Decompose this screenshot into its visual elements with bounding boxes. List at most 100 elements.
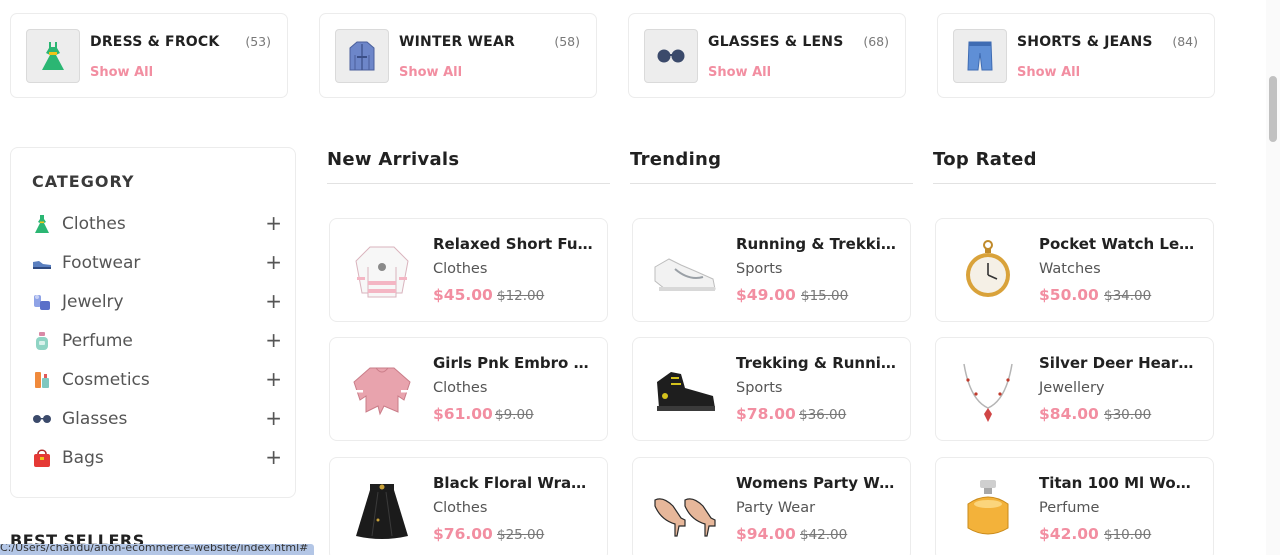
skirt-icon xyxy=(348,476,416,544)
category-card-count: (68) xyxy=(863,34,889,49)
category-card-count: (58) xyxy=(554,34,580,49)
sidebar-item-label: Bags xyxy=(62,448,104,468)
product-old-price: $42.00 xyxy=(800,527,848,543)
product-card[interactable]: Titan 100 Ml Womens Perfume Perfume $42.… xyxy=(935,457,1214,555)
scrollbar-thumb[interactable] xyxy=(1269,76,1277,142)
category-card-shorts-jeans[interactable]: SHORTS & JEANS (84) Show All xyxy=(937,13,1215,98)
sidebar-item-clothes[interactable]: Clothes + xyxy=(32,211,282,238)
expand-icon[interactable]: + xyxy=(265,289,282,313)
crop-top-icon xyxy=(348,356,416,424)
heels-icon xyxy=(651,476,719,544)
product-old-price: $12.00 xyxy=(497,288,545,304)
category-card-winter-wear[interactable]: WINTER WEAR (58) Show All xyxy=(319,13,597,98)
divider xyxy=(327,183,610,184)
sidebar-item-label: Clothes xyxy=(62,214,126,234)
product-card[interactable]: Girls Pnk Embro Design Top Clothes $61.0… xyxy=(329,337,608,441)
status-bar-text: C:/Users/chandu/anon-ecommerce-website/i… xyxy=(0,544,309,554)
top-rated-title: Top Rated xyxy=(933,149,1037,170)
product-old-price: $15.00 xyxy=(801,288,849,304)
category-card-title: GLASSES & LENS xyxy=(708,34,844,50)
product-price: $94.00 xyxy=(736,525,796,543)
category-card-title: DRESS & FROCK xyxy=(90,34,220,50)
product-name[interactable]: Titan 100 Ml Womens Perfume xyxy=(1039,474,1199,492)
sidebar-item-footwear[interactable]: Footwear + xyxy=(32,250,282,277)
glasses-icon xyxy=(32,409,52,429)
sidebar-item-bags[interactable]: Bags + xyxy=(32,445,282,472)
product-name[interactable]: Silver Deer Heart Necklace xyxy=(1039,354,1199,372)
show-all-link[interactable]: Show All xyxy=(708,65,771,80)
category-card-glasses-lens[interactable]: GLASSES & LENS (68) Show All xyxy=(628,13,906,98)
category-card-dress-frock[interactable]: DRESS & FROCK (53) Show All xyxy=(10,13,288,98)
sidebar-item-label: Glasses xyxy=(62,409,128,429)
product-price: $61.00 xyxy=(433,405,493,423)
product-card[interactable]: Silver Deer Heart Necklace Jewellery $84… xyxy=(935,337,1214,441)
expand-icon[interactable]: + xyxy=(265,367,282,391)
product-card[interactable]: Trekking & Running Shoes - Black Sports … xyxy=(632,337,911,441)
product-category[interactable]: Clothes xyxy=(433,261,487,277)
product-category[interactable]: Sports xyxy=(736,380,782,396)
product-old-price: $25.00 xyxy=(497,527,545,543)
show-all-link[interactable]: Show All xyxy=(90,65,153,80)
necklace-icon xyxy=(954,356,1022,424)
product-old-price: $36.00 xyxy=(799,407,847,423)
sidebar-item-label: Cosmetics xyxy=(62,370,150,390)
sidebar-item-label: Jewelry xyxy=(62,292,124,312)
running-shoe-icon xyxy=(651,237,719,305)
sidebar-item-label: Footwear xyxy=(62,253,141,273)
sidebar-item-perfume[interactable]: Perfume + xyxy=(32,328,282,355)
expand-icon[interactable]: + xyxy=(265,445,282,469)
product-name[interactable]: Black Floral Wrap Midi Skirt xyxy=(433,474,593,492)
sidebar-item-jewelry[interactable]: Jewelry + xyxy=(32,289,282,316)
product-name[interactable]: Trekking & Running Shoes - Black xyxy=(736,354,896,372)
show-all-link[interactable]: Show All xyxy=(1017,65,1080,80)
product-name[interactable]: Womens Party Wear Shoes xyxy=(736,474,896,492)
perfume-bottle-icon xyxy=(954,476,1022,544)
expand-icon[interactable]: + xyxy=(265,211,282,235)
show-all-link[interactable]: Show All xyxy=(399,65,462,80)
glasses-icon xyxy=(644,29,698,83)
product-card[interactable]: Black Floral Wrap Midi Skirt Clothes $76… xyxy=(329,457,608,555)
product-price: $50.00 xyxy=(1039,286,1099,304)
product-category[interactable]: Watches xyxy=(1039,261,1101,277)
jacket-icon xyxy=(335,29,389,83)
sidebar-item-cosmetics[interactable]: Cosmetics + xyxy=(32,367,282,394)
product-name[interactable]: Running & Trekking Shoes - White xyxy=(736,235,896,253)
product-card[interactable]: Relaxed Short Full Sleeve T-Shirt Clothe… xyxy=(329,218,608,322)
expand-icon[interactable]: + xyxy=(265,250,282,274)
expand-icon[interactable]: + xyxy=(265,328,282,352)
perfume-icon xyxy=(32,331,52,351)
shorts-icon xyxy=(953,29,1007,83)
product-name[interactable]: Pocket Watch Leather Pouch xyxy=(1039,235,1199,253)
dress-icon xyxy=(32,214,52,234)
product-old-price: $34.00 xyxy=(1104,288,1152,304)
product-price: $76.00 xyxy=(433,525,493,543)
category-card-title: WINTER WEAR xyxy=(399,34,515,50)
divider xyxy=(630,183,913,184)
product-old-price: $30.00 xyxy=(1104,407,1152,423)
product-name[interactable]: Girls Pnk Embro Design Top xyxy=(433,354,593,372)
expand-icon[interactable]: + xyxy=(265,406,282,430)
pocket-watch-icon xyxy=(954,237,1022,305)
product-category[interactable]: Party Wear xyxy=(736,500,815,516)
cosmetics-icon xyxy=(32,370,52,390)
product-card[interactable]: Pocket Watch Leather Pouch Watches $50.0… xyxy=(935,218,1214,322)
product-card[interactable]: Running & Trekking Shoes - White Sports … xyxy=(632,218,911,322)
status-bar-url: C:/Users/chandu/anon-ecommerce-website/i… xyxy=(0,544,314,555)
new-arrivals-title: New Arrivals xyxy=(327,149,460,170)
trekking-shoe-icon xyxy=(651,356,719,424)
product-category[interactable]: Perfume xyxy=(1039,500,1099,516)
sidebar-heading: CATEGORY xyxy=(32,172,135,191)
product-category[interactable]: Clothes xyxy=(433,500,487,516)
product-category[interactable]: Jewellery xyxy=(1039,380,1105,396)
product-category[interactable]: Clothes xyxy=(433,380,487,396)
product-price: $45.00 xyxy=(433,286,493,304)
product-name[interactable]: Relaxed Short Full Sleeve T-Shirt xyxy=(433,235,593,253)
product-old-price: $10.00 xyxy=(1104,527,1152,543)
scrollbar[interactable] xyxy=(1266,0,1280,555)
product-price: $78.00 xyxy=(736,405,796,423)
category-card-title: SHORTS & JEANS xyxy=(1017,34,1153,50)
product-category[interactable]: Sports xyxy=(736,261,782,277)
product-card[interactable]: Womens Party Wear Shoes Party Wear $94.0… xyxy=(632,457,911,555)
sidebar-item-glasses[interactable]: Glasses + xyxy=(32,406,282,433)
sidebar-item-label: Perfume xyxy=(62,331,133,351)
